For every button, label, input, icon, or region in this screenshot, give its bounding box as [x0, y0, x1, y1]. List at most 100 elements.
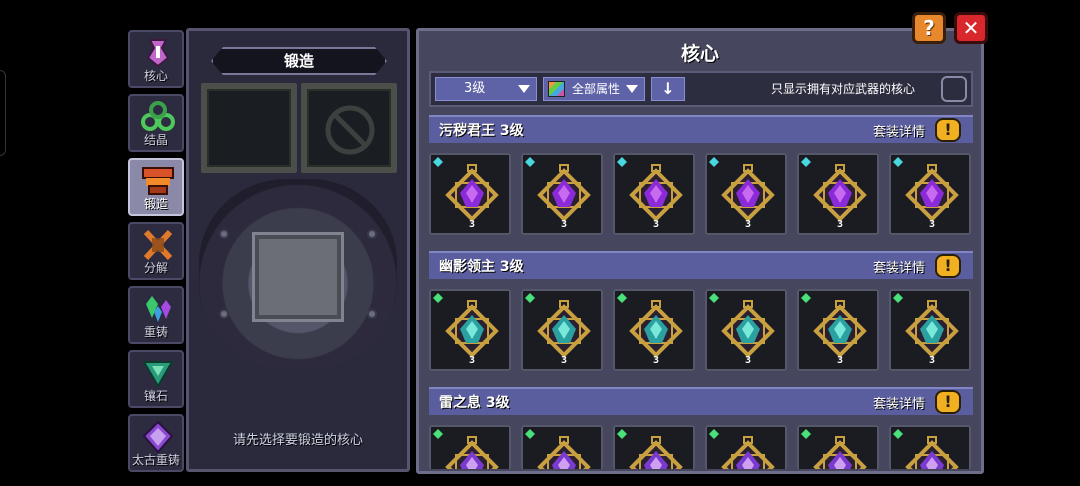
core-title: 核心 [680, 43, 719, 65]
forge-core-socket[interactable] [252, 232, 344, 322]
core-icon [146, 39, 170, 68]
core-card[interactable]: 3 [613, 289, 695, 371]
all-attributes-icon [548, 81, 565, 97]
core-card[interactable]: 3 [521, 153, 603, 235]
tab-ancient-recast[interactable]: 太古重铸 [128, 414, 184, 472]
forge-input-slot[interactable] [201, 83, 297, 173]
only-owned-checkbox[interactable] [941, 76, 967, 102]
core-panel: 核心 3级 全部属性 ↓ 只显示拥有对应武器的核心 污秽君王 3级 套装详情! 3 3… [416, 28, 984, 474]
core-card-row: 3 3 3 3 3 3 [429, 289, 973, 371]
svg-text:3: 3 [653, 355, 659, 365]
blocked-icon [325, 105, 375, 155]
bolt [367, 229, 377, 239]
forge-hint: 请先选择要锻造的核心 [232, 433, 363, 448]
core-card[interactable]: 3 [429, 153, 511, 235]
bolt [367, 309, 377, 319]
core-card[interactable]: 3 [429, 289, 511, 371]
inlay-icon [142, 361, 174, 388]
core-card[interactable]: 3 [705, 153, 787, 235]
level-dropdown[interactable]: 3级 [435, 77, 537, 101]
svg-text:3: 3 [561, 219, 567, 229]
core-pendant-icon: 3 [445, 436, 499, 469]
svg-text:3: 3 [929, 219, 935, 229]
core-pendant-icon: 3 [629, 300, 683, 365]
tab-inlay[interactable]: 镶石 [128, 350, 184, 408]
core-card[interactable]: 3 [705, 289, 787, 371]
core-pendant-icon: 3 [813, 436, 867, 469]
tab-core[interactable]: 核心 [128, 30, 184, 88]
screen-edge-handle [0, 70, 6, 156]
set-header: 雷之息 3级 套装详情! [429, 387, 973, 415]
side-tab-bar: 核心 结晶 锻造 分解 重铸 镶石 太古重铸 [128, 30, 186, 476]
core-pendant-icon: 3 [813, 300, 867, 365]
set-name: 幽影领主 3级 [439, 259, 524, 275]
tab-disassemble[interactable]: 分解 [128, 222, 184, 280]
bolt [219, 229, 229, 239]
tab-label: 镶石 [143, 389, 168, 403]
forge-title: 锻造 [211, 47, 387, 75]
svg-text:3: 3 [745, 219, 751, 229]
attribute-value: 全部属性 [572, 82, 621, 96]
core-card[interactable]: 3 [797, 425, 879, 469]
close-button[interactable]: ✕ [954, 12, 988, 44]
tab-label: 重铸 [143, 325, 168, 339]
bolt [219, 309, 229, 319]
core-card[interactable]: 3 [613, 153, 695, 235]
core-card[interactable]: 3 [889, 425, 971, 469]
core-card[interactable]: 3 [613, 425, 695, 469]
set-detail-link[interactable]: 套装详情 [873, 121, 925, 140]
help-button[interactable]: ? [912, 12, 946, 44]
core-pendant-icon: 3 [445, 164, 499, 229]
tab-label: 锻造 [143, 197, 168, 211]
core-card[interactable]: 3 [705, 425, 787, 469]
chevron-down-icon [518, 85, 530, 93]
core-pendant-icon: 3 [537, 300, 591, 365]
core-card[interactable]: 3 [797, 289, 879, 371]
core-pendant-icon: 3 [721, 436, 775, 469]
core-pendant-icon: 3 [813, 164, 867, 229]
anvil-icon [142, 167, 174, 195]
core-pendant-icon: 3 [445, 300, 499, 365]
svg-text:3: 3 [653, 219, 659, 229]
disassemble-icon [143, 229, 173, 261]
attribute-dropdown[interactable]: 全部属性 [543, 77, 645, 101]
set-detail-link[interactable]: 套装详情 [873, 393, 925, 412]
svg-text:3: 3 [837, 219, 843, 229]
tab-label: 核心 [143, 69, 168, 83]
core-pendant-icon: 3 [721, 164, 775, 229]
set-info-button[interactable]: ! [935, 254, 961, 278]
set-info-button[interactable]: ! [935, 390, 961, 414]
core-card[interactable]: 3 [797, 153, 879, 235]
forge-machine [199, 179, 397, 369]
core-set-list[interactable]: 污秽君王 3级 套装详情! 3 3 3 3 3 3 幽影领主 3级 套装详情! 3 3 3 3 3 3 雷之息 … [429, 115, 973, 469]
core-card[interactable]: 3 [521, 425, 603, 469]
tab-label: 结晶 [143, 133, 168, 147]
tab-forge[interactable]: 锻造 [128, 158, 184, 216]
crystal-icon [141, 101, 175, 131]
core-card[interactable]: 3 [889, 153, 971, 235]
tab-label: 分解 [143, 261, 168, 275]
core-card[interactable]: 3 [521, 289, 603, 371]
set-name: 污秽君王 3级 [439, 123, 524, 139]
svg-text:3: 3 [469, 355, 475, 365]
chevron-down-icon [626, 85, 638, 93]
svg-text:3: 3 [837, 355, 843, 365]
only-owned-label: 只显示拥有对应武器的核心 [771, 82, 916, 96]
tab-label: 太古重铸 [131, 453, 180, 467]
set-detail-link[interactable]: 套装详情 [873, 257, 925, 276]
core-card[interactable]: 3 [889, 289, 971, 371]
core-pendant-icon: 3 [721, 300, 775, 365]
svg-text:3: 3 [929, 355, 935, 365]
core-card[interactable]: 3 [429, 425, 511, 469]
forge-output-slot[interactable] [301, 83, 397, 173]
set-info-button[interactable]: ! [935, 118, 961, 142]
set-header: 污秽君王 3级 套装详情! [429, 115, 973, 143]
tab-recast[interactable]: 重铸 [128, 286, 184, 344]
level-value: 3级 [464, 81, 486, 96]
sort-button[interactable]: ↓ [651, 77, 685, 101]
tab-crystal[interactable]: 结晶 [128, 94, 184, 152]
set-name: 雷之息 3级 [439, 395, 510, 411]
core-pendant-icon: 3 [905, 436, 959, 469]
core-card-row: 3 3 3 3 3 3 [429, 153, 973, 235]
svg-text:3: 3 [745, 355, 751, 365]
